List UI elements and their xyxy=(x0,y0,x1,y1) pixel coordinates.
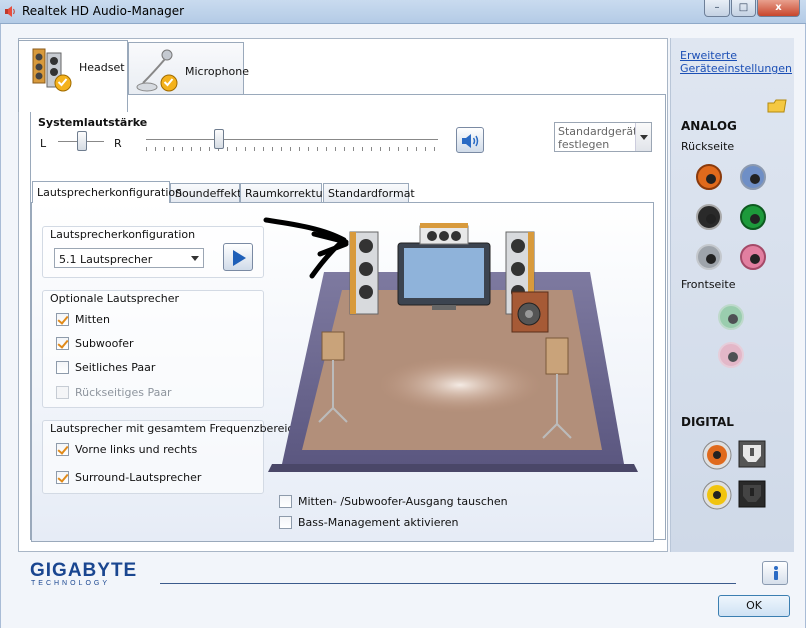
chevron-down-icon xyxy=(635,123,651,151)
speaker-volume-icon xyxy=(462,134,479,148)
checkbox-center-label: Mitten xyxy=(75,313,110,326)
default-device-line2: festlegen xyxy=(558,138,610,151)
speaker-config-select[interactable]: 5.1 Lautsprecher xyxy=(54,248,204,268)
speaker-config-title: Lautsprecherkonfiguration xyxy=(50,228,196,241)
advanced-settings-link-line2[interactable]: Geräteeinstellungen xyxy=(680,62,792,75)
checkbox-swap-center-sub-label: Mitten- /Subwoofer-Ausgang tauschen xyxy=(298,495,508,508)
connector-panel xyxy=(670,38,794,552)
center-speaker-icon xyxy=(419,223,469,245)
room-floor-edge xyxy=(268,464,638,472)
advanced-settings-link-line1[interactable]: Erweiterte xyxy=(680,49,737,62)
rear-jack-black[interactable] xyxy=(696,204,722,230)
window-title: Realtek HD Audio-Manager xyxy=(22,4,185,18)
tab-room-correction[interactable]: Raumkorrektur xyxy=(240,183,327,203)
default-device-line1: Standardgerät xyxy=(558,125,638,138)
play-test-button[interactable] xyxy=(223,243,253,271)
spdif-optical-icon[interactable] xyxy=(738,440,766,468)
gigabyte-logo-sub: TECHNOLOGY xyxy=(31,580,111,587)
subwoofer-icon xyxy=(511,291,549,333)
speaker-room-visual xyxy=(263,217,638,472)
default-device-dropdown[interactable]: Standardgerät festlegen xyxy=(554,122,652,152)
microphone-icon xyxy=(136,49,178,92)
volume-title: Systemlautstärke xyxy=(38,116,148,129)
gigabyte-logo: GIGABYTE xyxy=(30,560,138,581)
rear-jack-pink[interactable] xyxy=(740,244,766,270)
checkbox-side-pair-label: Seitliches Paar xyxy=(75,361,156,374)
checkbox-subwoofer[interactable] xyxy=(56,337,69,350)
listener-glow xyxy=(378,357,542,413)
maximize-button[interactable]: □ xyxy=(731,0,756,17)
rear-jack-orange[interactable] xyxy=(696,164,722,190)
balance-left-label: L xyxy=(40,137,47,150)
front-jack-green[interactable] xyxy=(718,304,744,330)
headset-speaker-icon xyxy=(32,48,72,92)
digital-label: DIGITAL xyxy=(681,415,734,429)
close-button[interactable]: x xyxy=(757,0,800,17)
info-icon xyxy=(774,566,778,580)
rear-label: Rückseite xyxy=(681,140,735,153)
master-volume-thumb[interactable] xyxy=(214,129,224,149)
front-label: Frontseite xyxy=(681,278,736,291)
footer-divider xyxy=(160,583,736,584)
speaker-app-icon xyxy=(5,6,15,17)
minimize-button[interactable]: – xyxy=(704,0,730,17)
checkbox-subwoofer-label: Subwoofer xyxy=(75,337,134,350)
checkbox-side-pair[interactable] xyxy=(56,361,69,374)
front-jack-pink[interactable] xyxy=(718,342,744,368)
checkbox-rear-pair-label: Rückseitiges Paar xyxy=(75,386,172,399)
speaker-config-value: 5.1 Lautsprecher xyxy=(59,253,153,266)
checkbox-surround-label: Surround-Lautsprecher xyxy=(75,471,202,484)
spdif-coax-orange-icon[interactable] xyxy=(702,440,732,470)
checkbox-swap-center-sub[interactable] xyxy=(279,495,292,508)
tab-default-format[interactable]: Standardformat xyxy=(323,183,415,203)
rear-jack-green[interactable] xyxy=(740,204,766,230)
tab-headset[interactable]: Headset xyxy=(18,40,128,112)
checkbox-center[interactable] xyxy=(56,313,69,326)
master-volume-ticks xyxy=(146,147,438,151)
annotation-arrow xyxy=(263,217,349,279)
folder-icon[interactable] xyxy=(766,97,788,115)
chevron-down-icon xyxy=(187,249,203,267)
checkbox-bass-management[interactable] xyxy=(279,516,292,529)
balance-right-label: R xyxy=(114,137,122,150)
front-left-speaker-icon xyxy=(349,231,379,315)
ok-button[interactable]: OK xyxy=(718,595,790,617)
tab-speaker-config[interactable]: Lautsprecherkonfiguration xyxy=(32,181,182,203)
optional-speakers-title: Optionale Lautsprecher xyxy=(50,292,179,305)
info-button[interactable] xyxy=(762,561,788,585)
checkbox-rear-pair xyxy=(56,386,69,399)
tab-headset-label: Headset xyxy=(79,61,125,74)
mute-button[interactable] xyxy=(456,127,484,153)
checkbox-bass-management-label: Bass-Management aktivieren xyxy=(298,516,459,529)
spdif-optical-out-icon[interactable] xyxy=(738,480,766,508)
title-bar: Realtek HD Audio-Manager – □ x xyxy=(0,0,806,24)
checkbox-surround[interactable] xyxy=(56,471,69,484)
analog-label: ANALOG xyxy=(681,119,737,133)
rear-jack-gray[interactable] xyxy=(696,244,722,270)
master-volume-track xyxy=(146,139,438,141)
checkbox-front-lr[interactable] xyxy=(56,443,69,456)
tab-microphone-label: Microphone xyxy=(185,65,250,78)
rear-jack-blue[interactable] xyxy=(740,164,766,190)
tv-icon xyxy=(397,242,491,310)
spdif-coax-yellow-icon[interactable] xyxy=(702,480,732,510)
balance-slider-thumb[interactable] xyxy=(77,131,87,151)
checkbox-front-lr-label: Vorne links und rechts xyxy=(75,443,198,456)
